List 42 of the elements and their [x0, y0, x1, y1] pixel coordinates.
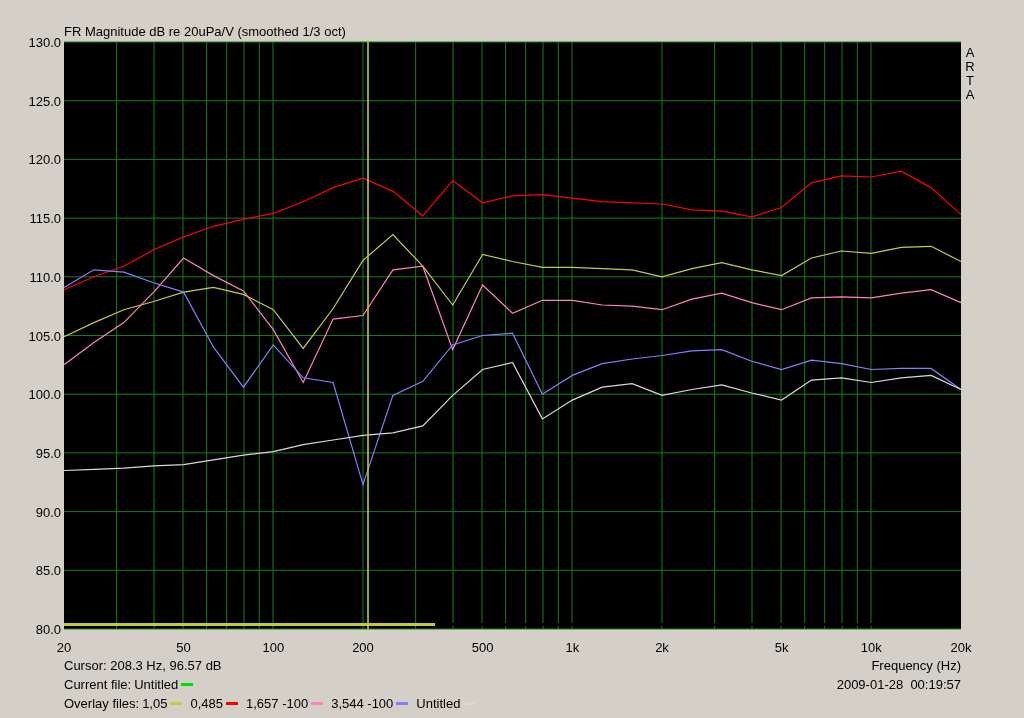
- cursor-readout: Cursor: 208.3 Hz, 96.57 dB: [64, 658, 223, 673]
- legend-label: 1,657 -100: [246, 696, 309, 711]
- timestamp: 2009-01-28 00:19:57: [836, 677, 961, 692]
- y-tick-label: 100.0: [28, 387, 61, 403]
- legend-label: Untitled: [134, 677, 179, 692]
- current-file-label: Current file:: [64, 677, 132, 692]
- x-tick-label: 20k: [950, 640, 972, 655]
- x-tick-label: 200: [352, 640, 374, 655]
- legend-label: 0,485: [190, 696, 223, 711]
- legend-swatch: [170, 702, 183, 705]
- cursor-line[interactable]: [367, 42, 370, 629]
- x-tick-label: 500: [471, 640, 494, 655]
- y-tick-label: 110.0: [29, 269, 61, 285]
- y-tick-label: 115.0: [29, 211, 61, 227]
- x-axis-title: Frequency (Hz): [871, 658, 961, 673]
- brand-letter: A: [965, 87, 975, 102]
- legend-label: 3,544 -100: [331, 696, 394, 711]
- chart-title: FR Magnitude dB re 20uPa/V (smoothed 1/3 oct): [64, 24, 346, 39]
- brand-letter: T: [966, 73, 974, 88]
- y-tick-label: 105.0: [28, 328, 61, 344]
- y-tick-label: 125.0: [28, 93, 61, 109]
- legend-swatch: [226, 702, 238, 705]
- x-tick-label: 5k: [774, 640, 789, 655]
- legend-swatch: [311, 702, 324, 705]
- y-tick-label: 85.0: [35, 563, 61, 579]
- brand-letter: R: [965, 59, 975, 74]
- x-tick-label: 20: [56, 640, 72, 655]
- overlay-files-label: Overlay files:: [64, 696, 140, 711]
- y-tick-label: 90.0: [35, 504, 61, 520]
- legend-label: Untitled: [416, 696, 461, 711]
- x-tick-label: 100: [262, 640, 285, 655]
- legend-label: 1,05: [142, 696, 168, 711]
- x-tick-label: 10k: [860, 640, 882, 655]
- y-tick-label: 130.0: [28, 35, 61, 50]
- x-tick-label: 1k: [565, 640, 580, 655]
- brand-letter: A: [965, 45, 975, 60]
- y-tick-label: 120.0: [28, 152, 61, 168]
- legend-swatch: [396, 702, 409, 705]
- y-tick-label: 95.0: [35, 445, 61, 461]
- x-tick-label: 50: [176, 640, 191, 655]
- x-tick-label: 2k: [655, 640, 669, 655]
- y-tick-label: 80.0: [35, 622, 61, 637]
